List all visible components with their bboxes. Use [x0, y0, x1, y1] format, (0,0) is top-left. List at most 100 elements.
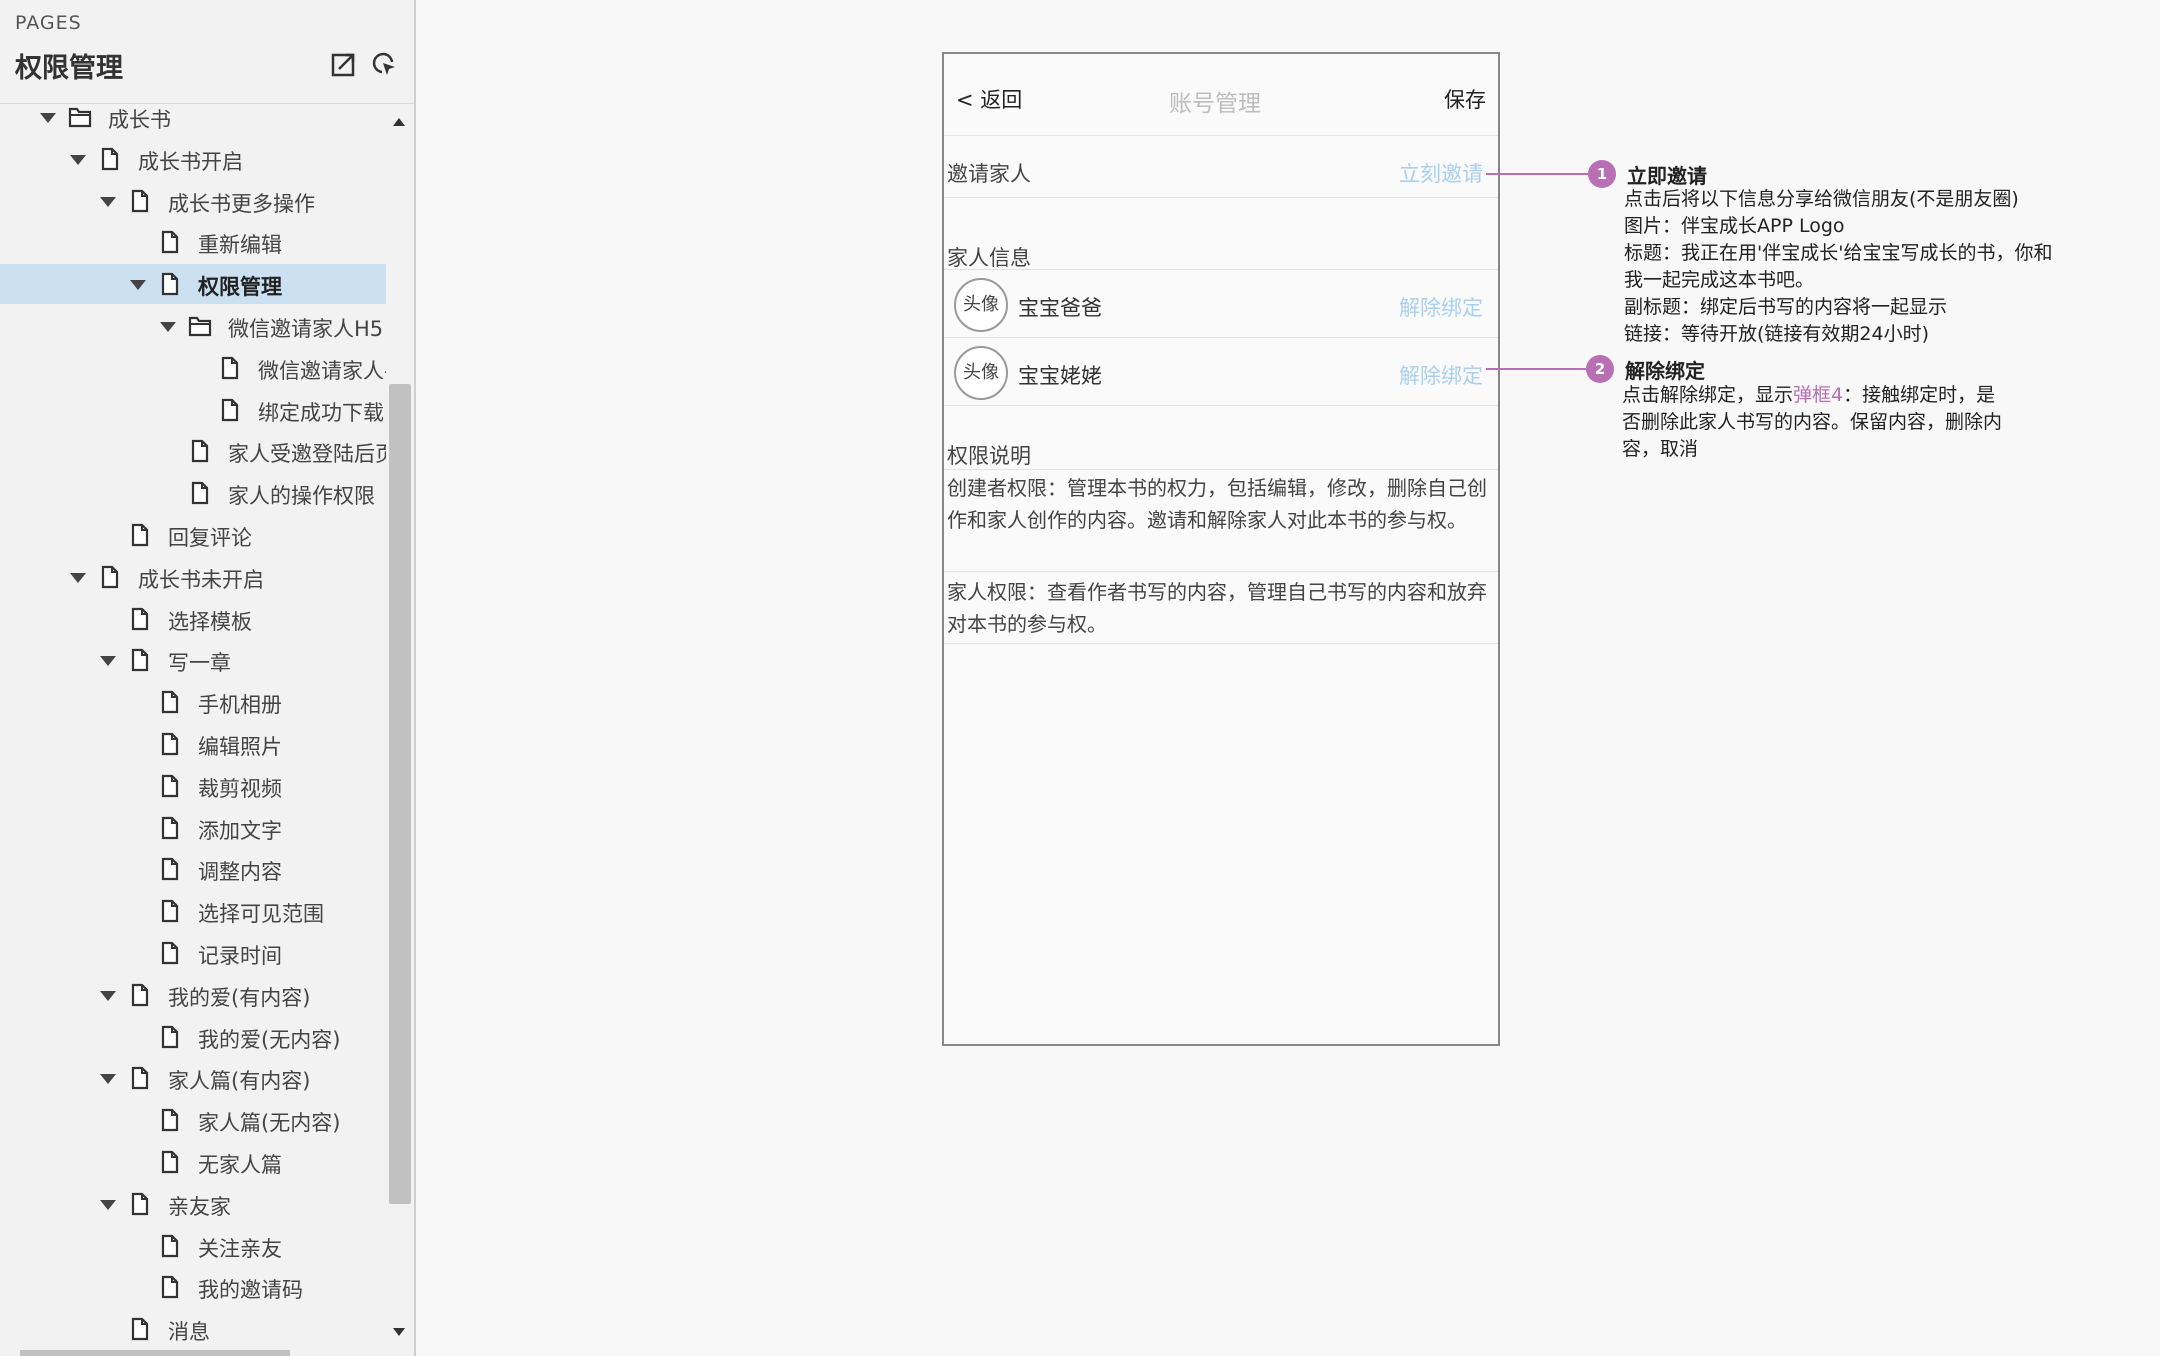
tree-item[interactable]: 关注亲友 [0, 1226, 386, 1266]
tree-scrollbar[interactable] [387, 104, 413, 1356]
creator-permission-text: 创建者权限：管理本书的权力，包括编辑，修改，删除自己创作和家人创作的内容。邀请和… [947, 476, 1487, 532]
page-icon [158, 941, 182, 965]
expand-arrow-icon[interactable] [100, 1074, 116, 1085]
annotation-text: 链接：等待开放(链接有效期24小时) [1624, 323, 1930, 345]
unbind-button[interactable]: 解除绑定 [1399, 292, 1483, 322]
unbind-button[interactable]: 解除绑定 [1399, 360, 1483, 390]
tree-item-label: 家人的操作权限 [228, 484, 375, 509]
scroll-thumb[interactable] [389, 384, 411, 1204]
expand-arrow-icon[interactable] [70, 154, 86, 165]
pages-panel: PAGES 权限管理 成长书 成长书开启 成长书更多操作 重新编辑 权限管理 微信邀请家人… [0, 0, 416, 1356]
avatar: 头像 [954, 278, 1008, 332]
page-icon [128, 983, 152, 1007]
page-icon [158, 899, 182, 923]
back-button[interactable]: < 返回 [956, 84, 1022, 114]
tree-item[interactable]: 家人篇(无内容) [0, 1100, 386, 1140]
annotation-text-post: ：接触绑定时，是 [1843, 384, 1996, 406]
tree-item-label: 编辑照片 [198, 735, 282, 759]
tree-item-label: 选择可见范围 [198, 902, 324, 927]
annotation-text: 标题：我正在用'伴宝成长'给宝宝写成长的书，你和 [1624, 242, 2053, 264]
expand-arrow-icon[interactable] [160, 322, 176, 332]
tree-item[interactable]: 记录时间 [0, 933, 386, 973]
page-icon [98, 565, 122, 589]
tree-item-label: 选择模板 [168, 609, 252, 634]
annotation-marker-1: 1 [1588, 160, 1616, 188]
page-icon [158, 816, 182, 840]
page-icon [128, 607, 152, 631]
tree-item[interactable]: 家人的操作权限 [0, 473, 386, 513]
tree-item[interactable]: 我的爱(有内容) [0, 975, 386, 1015]
tree-item[interactable]: 手机相册 [0, 682, 386, 722]
tree-item[interactable]: 成长书更多操作 [0, 181, 386, 221]
expand-arrow-icon[interactable] [100, 196, 116, 207]
scroll-up-arrow-icon[interactable] [393, 118, 405, 126]
tree-item[interactable]: 亲友家 [0, 1184, 386, 1224]
tree-item[interactable]: 成长书 [0, 97, 386, 137]
page-icon [158, 1150, 182, 1174]
page-icon [128, 523, 152, 547]
tree-item[interactable]: 权限管理 [0, 264, 386, 305]
expand-arrow-icon[interactable] [70, 572, 86, 583]
tree-item[interactable]: 重新编辑 [0, 222, 386, 262]
tree-item-label: 写一章 [168, 651, 231, 676]
export-icon[interactable] [330, 50, 358, 78]
tree-item[interactable]: 裁剪视频 [0, 766, 386, 806]
tree-item[interactable]: 我的爱(无内容) [0, 1017, 386, 1057]
annotation-text-pre: 点击解除绑定，显示 [1622, 384, 1794, 406]
cursor-icon[interactable] [370, 50, 398, 78]
tree-item-label: 添加文字 [198, 818, 282, 843]
expand-arrow-icon[interactable] [130, 280, 146, 291]
tree-item[interactable]: 我的邀请码 [0, 1267, 386, 1307]
phone-nav-bar: < 返回 账号管理 保存 [944, 54, 1498, 136]
family-info-header: 家人信息 [944, 238, 1498, 270]
folder-icon [68, 105, 92, 129]
tree-item[interactable]: 家人篇(有内容) [0, 1058, 386, 1098]
annotation-text: 容，取消 [1622, 438, 1699, 460]
tree-item[interactable]: 回复评论 [0, 515, 386, 555]
tree-item[interactable]: 消息 [0, 1309, 386, 1349]
tree-item[interactable]: 调整内容 [0, 849, 386, 889]
page-tree: 成长书成长书开启成长书更多操作 重新编辑 权限管理 微信邀请家人H5 微信邀请家人- 绑定… [0, 97, 386, 1356]
tree-item[interactable]: 家人受邀登陆后页 [0, 431, 386, 471]
invite-row: 邀请家人 立刻邀请 [944, 144, 1498, 198]
horizontal-scroll-thumb[interactable] [20, 1350, 290, 1356]
page-icon [218, 398, 242, 422]
annotation-text: 副标题：绑定后书写的内容将一起显示 [1624, 296, 1948, 318]
tree-item[interactable]: 编辑照片 [0, 724, 386, 764]
tree-item-label: 家人篇(有内容) [168, 1069, 311, 1094]
tree-item[interactable]: 无家人篇 [0, 1142, 386, 1182]
tree-item[interactable]: 微信邀请家人H5 [0, 306, 386, 346]
tree-item[interactable]: 添加文字 [0, 808, 386, 848]
creator-permission-row: 创建者权限：管理本书的权力，包括编辑，修改，删除自己创作和家人创作的内容。邀请和… [944, 470, 1498, 572]
tree-item[interactable]: 选择模板 [0, 599, 386, 639]
page-icon [158, 272, 182, 296]
invite-now-link[interactable]: 立刻邀请 [1399, 158, 1483, 188]
page-icon [128, 1317, 152, 1341]
tree-item-label: 成长书开启 [138, 149, 243, 174]
annotation-text: 图片：伴宝成长APP Logo [1624, 215, 1845, 237]
save-button[interactable]: 保存 [1444, 84, 1486, 114]
tree-item[interactable]: 微信邀请家人- [0, 348, 386, 388]
tree-item[interactable]: 成长书开启 [0, 139, 386, 179]
expand-arrow-icon[interactable] [100, 656, 116, 667]
tree-item[interactable]: 写一章 [0, 640, 386, 680]
dialog-4-link[interactable]: 弹框4 [1793, 384, 1843, 406]
page-icon [158, 732, 182, 756]
permission-header: 权限说明 [944, 436, 1498, 470]
page-icon [158, 230, 182, 254]
expand-arrow-icon[interactable] [40, 113, 56, 123]
page-icon [128, 1192, 152, 1216]
current-page-title: 权限管理 [15, 53, 123, 84]
member-row: 头像 宝宝爸爸 解除绑定 [944, 270, 1498, 338]
scroll-down-arrow-icon[interactable] [393, 1328, 405, 1336]
expand-arrow-icon[interactable] [100, 1199, 116, 1210]
tree-item[interactable]: 绑定成功下载 [0, 390, 386, 430]
annotation-marker-2: 2 [1586, 355, 1614, 383]
member-name: 宝宝爸爸 [1018, 296, 1102, 320]
tree-item[interactable]: 选择可见范围 [0, 891, 386, 931]
expand-arrow-icon[interactable] [100, 990, 116, 1001]
tree-item[interactable]: 成长书未开启 [0, 557, 386, 597]
pages-label: PAGES [15, 12, 82, 34]
page-icon [188, 439, 212, 463]
tree-item-label: 调整内容 [198, 860, 282, 885]
